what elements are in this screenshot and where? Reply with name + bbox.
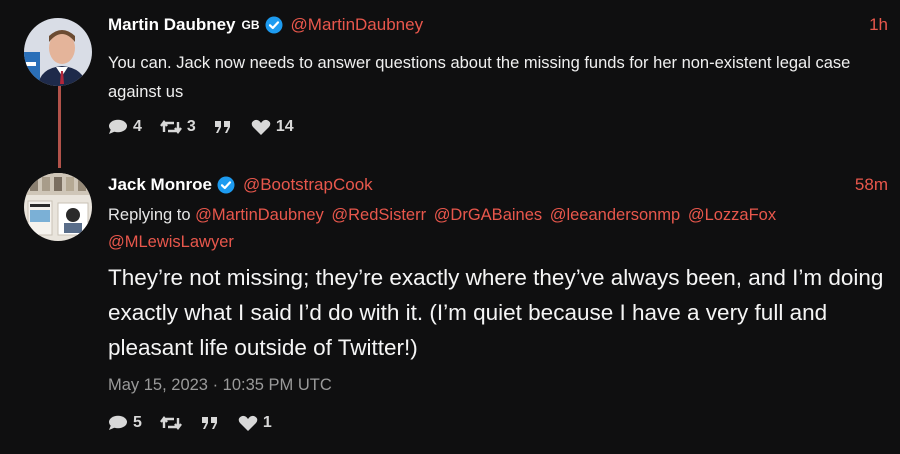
mention-link[interactable]: @leeandersonmp	[550, 206, 681, 224]
tweet-stats: 5 1	[108, 414, 290, 432]
author-fullname[interactable]: Jack Monroe	[108, 175, 212, 195]
tweet-content: They’re not missing; they’re exactly whe…	[108, 265, 884, 360]
mention-link[interactable]: @DrGABaines	[434, 206, 542, 224]
verified-badge-icon	[217, 176, 235, 194]
tweet-time[interactable]: 1h	[869, 15, 888, 35]
tweet-martin-daubney: Martin Daubney GB @MartinDaubney 1h You …	[0, 0, 900, 150]
like-stat[interactable]: 1	[238, 414, 276, 432]
like-count: 1	[262, 414, 272, 431]
tweet-content: You can. Jack now needs to answer questi…	[108, 54, 851, 101]
reply-stat[interactable]: 4	[108, 118, 146, 136]
tweet-time[interactable]: 58m	[855, 175, 888, 195]
quote-icon	[214, 121, 230, 133]
like-count: 14	[275, 118, 294, 135]
reply-stat[interactable]: 5	[108, 414, 146, 432]
replying-label: Replying to	[108, 206, 191, 224]
verified-badge-icon	[265, 16, 283, 34]
quote-icon	[201, 417, 217, 429]
retweet-icon	[159, 120, 182, 134]
tweet-jack-monroe: Jack Monroe @BootstrapCook 58m Replying …	[0, 160, 900, 454]
heart-icon	[238, 415, 258, 431]
author-fullname[interactable]: Martin Daubney	[108, 15, 236, 35]
reply-count: 5	[133, 414, 142, 431]
retweet-stat[interactable]	[159, 415, 187, 431]
reply-icon	[109, 415, 127, 430]
retweet-icon	[159, 416, 182, 430]
mention-link[interactable]: @RedSisterr	[331, 206, 426, 224]
author-handle[interactable]: @BootstrapCook	[243, 175, 373, 195]
reply-icon	[109, 119, 127, 134]
tweet-stats: 4 3 14	[108, 118, 312, 136]
author-handle[interactable]: @MartinDaubney	[291, 15, 424, 35]
avatar[interactable]	[24, 173, 92, 241]
retweet-stat[interactable]: 3	[159, 118, 200, 136]
tweet-date[interactable]: May 15, 2023 · 10:35 PM UTC	[108, 376, 332, 395]
mention-link[interactable]: @MLewisLawyer	[108, 233, 234, 251]
heart-icon	[251, 119, 271, 135]
replying-to: Replying to @MartinDaubney @RedSisterr @…	[108, 202, 868, 256]
quote-stat[interactable]	[214, 119, 237, 135]
reply-count: 4	[133, 118, 142, 135]
mention-link[interactable]: @LozzaFox	[688, 206, 776, 224]
like-stat[interactable]: 14	[251, 118, 298, 136]
avatar[interactable]	[24, 18, 92, 86]
tweet-header: Martin Daubney GB @MartinDaubney 1h	[108, 13, 888, 37]
tweet-header: Jack Monroe @BootstrapCook 58m	[108, 173, 888, 197]
mention-link[interactable]: @MartinDaubney	[195, 206, 324, 224]
retweet-count: 3	[186, 118, 196, 135]
author-flag: GB	[241, 18, 260, 32]
quote-stat[interactable]	[201, 415, 224, 431]
